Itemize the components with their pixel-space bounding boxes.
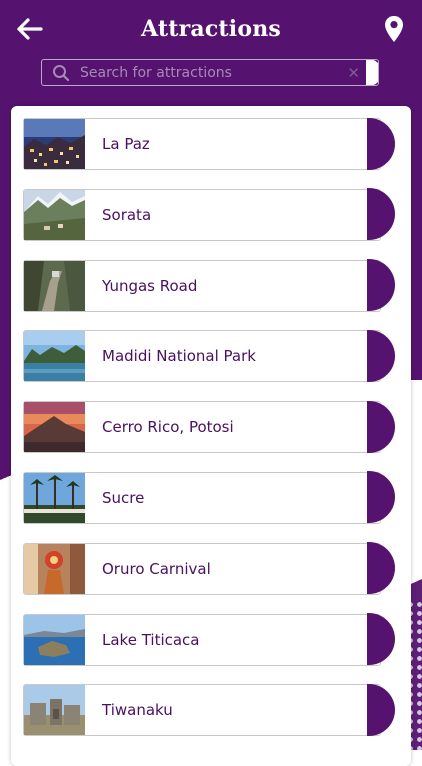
oruro-carnival-thumbnail [24,543,85,594]
cerro-rico-potosi-thumbnail [24,402,85,453]
attractions-list: La Paz Sorata Yungas Road Madidi Nationa… [23,117,395,755]
list-item-tab [367,259,395,312]
search-tab-decoration [366,60,378,85]
location-button[interactable] [380,12,408,46]
madidi-national-park-thumbnail [24,331,85,382]
list-item-label: Sucre [102,488,145,507]
search-bar: ✕ [41,59,379,86]
list-item-label: Madidi National Park [102,347,256,366]
list-item[interactable]: La Paz [23,117,395,170]
list-item-label: Lake Titicaca [102,630,200,649]
list-item-tab [367,188,395,241]
page-title: Attractions [140,16,282,42]
list-item[interactable]: Tiwanaku [23,683,395,737]
clear-search-icon[interactable]: ✕ [347,64,360,82]
search-icon [48,60,74,85]
sorata-thumbnail [24,189,85,240]
list-item[interactable]: Madidi National Park [23,329,395,383]
list-item-tab [367,117,395,170]
la-paz-thumbnail [24,119,85,169]
list-item[interactable]: Yungas Road [23,259,395,312]
tiwanaku-thumbnail [24,685,85,736]
list-item-tab [367,329,395,382]
map-pin-icon [385,16,403,42]
list-item[interactable]: Lake Titicaca [23,613,395,666]
back-arrow-icon [17,18,43,40]
sucre-thumbnail [24,472,85,523]
yungas-road-thumbnail [24,260,85,311]
list-item[interactable]: Sucre [23,471,395,524]
list-item-tab [367,542,395,595]
list-item[interactable]: Oruro Carnival [23,542,395,595]
list-item-label: Cerro Rico, Potosi [102,418,234,437]
list-item-label: Sorata [102,205,152,224]
app-header: Attractions [0,0,422,58]
search-input[interactable] [74,64,348,81]
list-item-tab [367,683,395,736]
lake-titicaca-thumbnail [24,614,85,665]
back-button[interactable] [14,14,46,44]
list-item[interactable]: Sorata [23,188,395,241]
list-item-label: La Paz [102,135,150,153]
list-item-tab [367,471,395,524]
list-item-label: Yungas Road [102,276,198,295]
attractions-panel: La Paz Sorata Yungas Road Madidi Nationa… [11,106,411,766]
list-item[interactable]: Cerro Rico, Potosi [23,400,395,454]
list-item-label: Oruro Carnival [102,559,211,578]
list-item-tab [367,613,395,666]
list-item-tab [367,400,395,453]
list-item-label: Tiwanaku [102,701,173,720]
